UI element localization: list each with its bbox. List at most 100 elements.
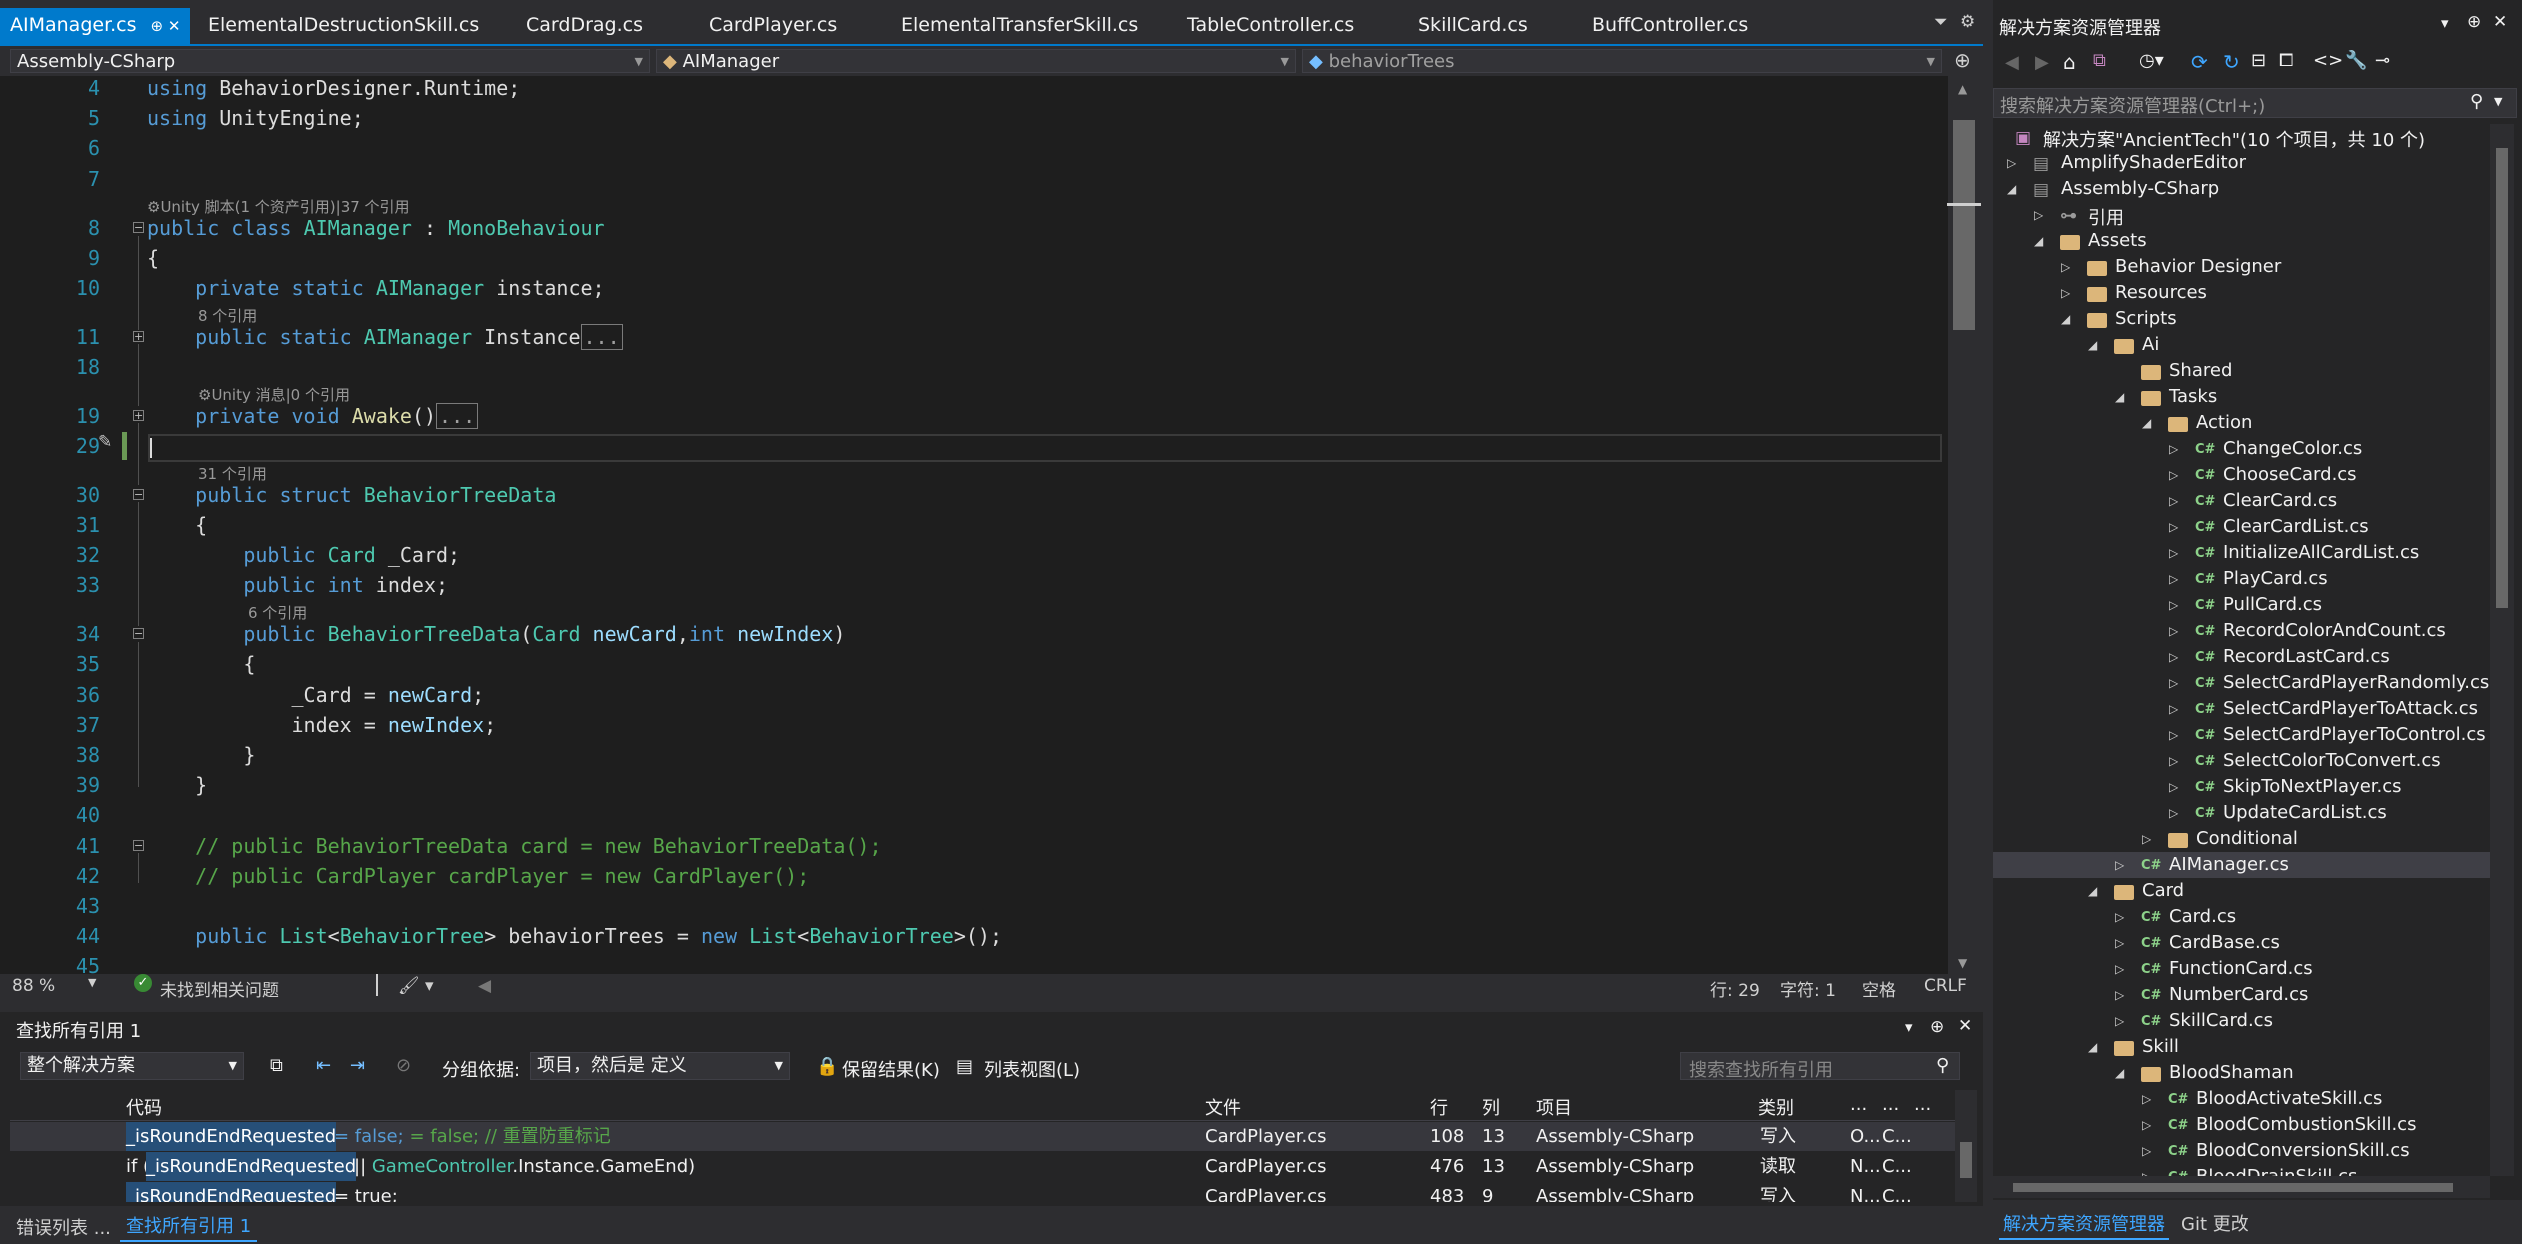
- tree-item[interactable]: Assembly-CSharp: [2061, 178, 2219, 199]
- pending-changes-icon[interactable]: ◷▾: [2139, 50, 2164, 71]
- split-editor-icon[interactable]: ⊕: [1954, 48, 1971, 72]
- scope-dropdown[interactable]: 整个解决方案 ▼: [20, 1052, 244, 1080]
- tree-item[interactable]: InitializeAllCardList.cs: [2223, 542, 2419, 563]
- tab-find-references[interactable]: 查找所有引用 1: [120, 1210, 258, 1242]
- collapsed-chevron-icon[interactable]: ▷: [2169, 494, 2178, 508]
- collapsed-chevron-icon[interactable]: ▷: [2115, 936, 2124, 950]
- tab-error-list[interactable]: 错误列表 ...: [16, 1214, 111, 1240]
- tab-buffcontroller[interactable]: BuffController.cs: [1582, 10, 1758, 44]
- codelens-references[interactable]: 6 个引用: [248, 602, 307, 623]
- collapsed-chevron-icon[interactable]: ▷: [2169, 598, 2178, 612]
- tree-item[interactable]: SkipToNextPlayer.cs: [2223, 776, 2402, 797]
- tree-item[interactable]: PullCard.cs: [2223, 594, 2322, 615]
- sync-icon[interactable]: ⟳: [2191, 50, 2208, 74]
- column-header-extra[interactable]: ...: [1914, 1094, 1931, 1115]
- solution-scrollbar[interactable]: [2490, 124, 2514, 1176]
- tree-item[interactable]: PlayCard.cs: [2223, 568, 2328, 589]
- tab-aimanager[interactable]: AIManager.cs ⊕ ✕: [0, 8, 191, 44]
- tab-elemental-destruction[interactable]: ElementalDestructionSkill.cs: [198, 10, 489, 44]
- horizontal-scrollbar-thumb[interactable]: [2013, 1183, 2453, 1192]
- editor-scrollbar-thumb[interactable]: [1953, 120, 1975, 330]
- tree-item[interactable]: AmplifyShaderEditor: [2061, 152, 2246, 173]
- codelens-references[interactable]: ⚙Unity 消息|0 个引用: [198, 384, 350, 405]
- back-icon[interactable]: ◀: [2005, 52, 2019, 73]
- collapsed-block[interactable]: ...: [436, 403, 479, 429]
- switch-views-icon[interactable]: ⧉: [2093, 50, 2106, 71]
- tab-list-dropdown-icon[interactable]: ⏷: [1934, 12, 1948, 32]
- collapsed-chevron-icon[interactable]: ▷: [2169, 442, 2178, 456]
- tree-item[interactable]: SelectCardPlayerToAttack.cs: [2223, 698, 2478, 719]
- tab-cardplayer[interactable]: CardPlayer.cs: [699, 10, 847, 44]
- tree-item[interactable]: CardBase.cs: [2169, 932, 2280, 953]
- tab-git-changes[interactable]: Git 更改: [2181, 1210, 2249, 1236]
- expanded-chevron-icon[interactable]: ◢: [2061, 312, 2070, 326]
- tree-item[interactable]: BloodCombustionSkill.cs: [2196, 1114, 2416, 1135]
- collapsed-chevron-icon[interactable]: ▷: [2169, 780, 2178, 794]
- collapsed-chevron-icon[interactable]: ▷: [2169, 728, 2178, 742]
- pin-icon[interactable]: ⊕: [1930, 1017, 1944, 1037]
- member-dropdown[interactable]: ◆ behaviorTrees ▼: [1302, 49, 1942, 73]
- tree-item[interactable]: Card.cs: [2169, 906, 2236, 927]
- collapsed-chevron-icon[interactable]: ▷: [2142, 1118, 2151, 1132]
- chevron-down-icon[interactable]: ▼: [2494, 95, 2502, 108]
- column-header-file[interactable]: 文件: [1205, 1094, 1241, 1120]
- collapsed-chevron-icon[interactable]: ▷: [2061, 286, 2070, 300]
- expanded-chevron-icon[interactable]: ◢: [2142, 416, 2151, 430]
- collapsed-chevron-icon[interactable]: ▷: [2142, 1092, 2151, 1106]
- tree-item[interactable]: ClearCardList.cs: [2223, 516, 2369, 537]
- fold-toggle[interactable]: −: [133, 222, 144, 233]
- copy-icon[interactable]: ⧉: [270, 1055, 283, 1076]
- tree-item[interactable]: Assets: [2088, 230, 2147, 251]
- char-indicator[interactable]: 字符: 1: [1780, 976, 1836, 1001]
- eol-indicator[interactable]: CRLF: [1924, 976, 1967, 996]
- tree-item[interactable]: Tasks: [2169, 386, 2217, 407]
- list-view-button[interactable]: 列表视图(L): [984, 1056, 1080, 1082]
- codelens-references[interactable]: 8 个引用: [198, 305, 257, 326]
- scroll-up-icon[interactable]: ▲: [1958, 82, 1967, 96]
- horizontal-scrollbar[interactable]: [1993, 1176, 2490, 1198]
- tab-carddrag[interactable]: CardDrag.cs: [516, 10, 653, 44]
- tree-item[interactable]: Ai: [2142, 334, 2159, 355]
- tree-item[interactable]: Action: [2196, 412, 2252, 433]
- search-icon[interactable]: ⚲: [1936, 1055, 1949, 1076]
- preview-icon[interactable]: ⊸: [2375, 50, 2390, 71]
- wrench-icon[interactable]: 🔧: [2345, 50, 2367, 71]
- issues-status[interactable]: 未找到相关问题: [160, 976, 279, 1001]
- close-icon[interactable]: ✕: [1958, 1016, 1972, 1036]
- column-header-code[interactable]: 代码: [126, 1094, 162, 1120]
- column-header-col[interactable]: 列: [1482, 1094, 1500, 1120]
- solution-search-input[interactable]: 搜索解决方案资源管理器(Ctrl+;) ⚲ ▼: [1993, 88, 2517, 118]
- project-dropdown[interactable]: Assembly-CSharp ▼: [10, 49, 650, 73]
- tree-item[interactable]: Scripts: [2115, 308, 2177, 329]
- collapsed-chevron-icon[interactable]: ▷: [2142, 1144, 2151, 1158]
- collapse-all-icon[interactable]: ⇥: [350, 1055, 365, 1076]
- pin-icon[interactable]: ⊕ ✕: [151, 17, 181, 35]
- collapsed-chevron-icon[interactable]: ▷: [2169, 650, 2178, 664]
- nav-back-icon[interactable]: ◀: [478, 976, 491, 996]
- line-indicator[interactable]: 行: 29: [1710, 976, 1760, 1001]
- collapsed-chevron-icon[interactable]: ▷: [2169, 624, 2178, 638]
- tab-skillcard[interactable]: SkillCard.cs: [1408, 10, 1538, 44]
- expanded-chevron-icon[interactable]: ◢: [2007, 182, 2016, 196]
- solution-scrollbar-thumb[interactable]: [2496, 148, 2508, 608]
- forward-icon[interactable]: ▶: [2035, 52, 2049, 73]
- collapsed-chevron-icon[interactable]: ▷: [2115, 1014, 2124, 1028]
- expanded-chevron-icon[interactable]: ◢: [2034, 234, 2043, 248]
- show-all-files-icon[interactable]: ⧠: [2279, 50, 2293, 71]
- collapsed-chevron-icon[interactable]: ▷: [2142, 832, 2151, 846]
- collapsed-chevron-icon[interactable]: ▷: [2169, 702, 2178, 716]
- tree-item[interactable]: Conditional: [2196, 828, 2298, 849]
- pin-icon[interactable]: ⊕: [2467, 12, 2481, 32]
- class-dropdown[interactable]: ◆ AIManager ▼: [656, 49, 1296, 73]
- close-icon[interactable]: ✕: [2493, 12, 2507, 32]
- collapsed-chevron-icon[interactable]: ▷: [2007, 156, 2016, 170]
- tab-elemental-transfer[interactable]: ElementalTransferSkill.cs: [891, 10, 1148, 44]
- tree-item[interactable]: Skill: [2142, 1036, 2179, 1057]
- column-header-extra[interactable]: ...: [1882, 1094, 1899, 1115]
- gear-icon[interactable]: ⚙: [1960, 12, 1975, 32]
- tree-item[interactable]: ChooseCard.cs: [2223, 464, 2357, 485]
- refresh-icon[interactable]: ↻: [2223, 50, 2240, 74]
- tree-root[interactable]: 解决方案"AncientTech"(10 个项目，共 10 个): [2043, 126, 2425, 152]
- tree-item[interactable]: SelectColorToConvert.cs: [2223, 750, 2441, 771]
- references-search-input[interactable]: 搜索查找所有引用 ⚲: [1680, 1052, 1960, 1081]
